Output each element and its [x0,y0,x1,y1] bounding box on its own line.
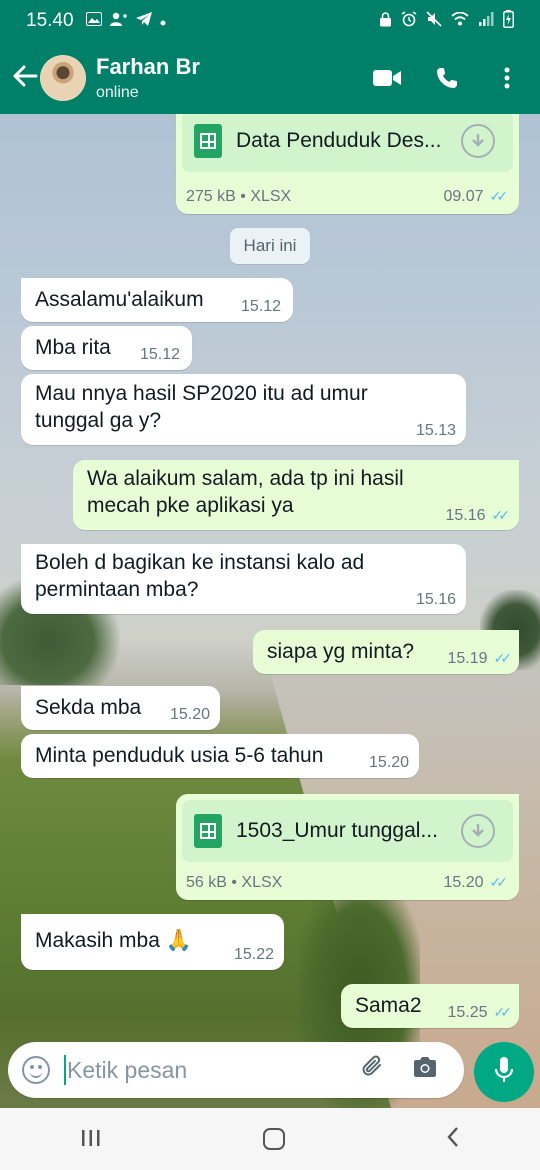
contact-name: Farhan Br [96,54,200,79]
contact-status: online [96,84,139,101]
message-bubble-outgoing[interactable]: siapa yg minta? 15.19 ✓✓ [253,630,519,674]
document-filename: Data Penduduk Des... [236,129,442,152]
document-filename: 1503_Umur tunggal... [236,819,438,842]
camera-icon[interactable] [412,1056,438,1085]
home-icon[interactable] [262,1128,285,1150]
message-time: 09.07 [443,188,484,205]
document-attachment[interactable]: 1503_Umur tunggal... [182,800,513,862]
attach-icon[interactable] [360,1054,386,1087]
message-bubble-incoming[interactable]: Minta penduduk usia 5-6 tahun 15.20 [21,734,419,778]
emoji-icon[interactable] [22,1056,50,1084]
message-bubble-outgoing[interactable]: Wa alaikum salam, ada tp ini hasil mecah… [73,460,519,530]
mute-icon [426,11,442,31]
message-text: Makasih mba 🙏 [35,929,192,952]
message-text: Wa alaikum salam, ada tp ini hasil mecah… [87,467,404,517]
voice-call-icon[interactable] [432,63,462,93]
message-bubble-outgoing-document[interactable]: Data Penduduk Des... 275 kB • XLSX 09.07… [176,114,519,214]
message-list[interactable]: Data Penduduk Des... 275 kB • XLSX 09.07… [0,114,540,1040]
status-bar: 15.40 [0,0,540,42]
message-bubble-incoming[interactable]: Makasih mba 🙏 15.22 [21,914,284,970]
microphone-icon [494,1056,514,1089]
message-text: Sama2 [355,994,422,1017]
message-bubble-outgoing-document[interactable]: 1503_Umur tunggal... 56 kB • XLSX 15.20 ✓… [176,794,519,900]
message-text: Mau nnya hasil SP2020 itu ad umur tungga… [35,382,368,432]
download-icon[interactable] [461,124,495,158]
avatar[interactable] [40,55,86,101]
spreadsheet-icon [194,814,222,848]
wifi-icon [451,11,469,30]
message-text: Boleh d bagikan ke instansi kalo ad perm… [35,551,365,601]
day-separator: Hari ini [230,228,310,264]
read-ticks-icon: ✓✓ [493,650,513,666]
dot-icon [160,13,166,30]
video-call-icon[interactable] [372,63,402,93]
message-bubble-outgoing[interactable]: Sama2 15.25 ✓✓ [341,984,519,1028]
system-navigation-bar [0,1108,540,1170]
document-attachment[interactable]: Data Penduduk Des... [182,114,513,172]
alarm-icon [401,11,417,31]
user-icon [109,12,128,30]
message-time: 15.25 [447,1004,488,1021]
message-composer: Ketik pesan [8,1042,464,1098]
message-bubble-incoming[interactable]: Mba rita 15.12 [21,326,192,370]
message-input[interactable]: Ketik pesan [64,1055,360,1085]
text-cursor [64,1055,66,1085]
message-text: Mba rita [35,336,111,359]
message-bubble-incoming[interactable]: Assalamu'alaikum 15.12 [21,278,293,322]
read-ticks-icon: ✓✓ [493,1004,513,1020]
more-options-icon[interactable] [492,63,522,93]
message-time: 15.20 [368,754,409,771]
recent-apps-icon[interactable] [80,1124,102,1155]
message-input-placeholder: Ketik pesan [67,1056,188,1083]
message-time: 15.20 [169,706,210,723]
message-time: 15.19 [447,650,488,667]
read-ticks-icon: ✓✓ [489,188,509,204]
read-ticks-icon: ✓✓ [489,874,509,890]
document-meta: 275 kB • XLSX [186,188,292,205]
message-time: 15.12 [240,298,281,315]
voice-record-button[interactable] [474,1042,534,1102]
message-bubble-incoming[interactable]: Mau nnya hasil SP2020 itu ad umur tungga… [21,374,466,445]
battery-icon [503,10,514,32]
message-bubble-incoming[interactable]: Boleh d bagikan ke instansi kalo ad perm… [21,544,466,614]
message-time: 15.16 [415,591,456,608]
message-text: Assalamu'alaikum [35,288,204,311]
status-time: 15.40 [26,10,74,31]
chat-header: Farhan Br online [0,42,540,114]
read-ticks-icon: ✓✓ [491,507,511,523]
gallery-icon [85,12,102,30]
nav-back-icon[interactable] [446,1124,460,1155]
back-arrow-icon[interactable] [6,61,44,95]
message-time: 15.12 [139,346,180,363]
message-text: Minta penduduk usia 5-6 tahun [35,744,324,767]
lock-icon [379,11,392,31]
message-text: siapa yg minta? [267,640,415,663]
download-icon[interactable] [461,814,495,848]
document-meta: 56 kB • XLSX [186,874,283,891]
message-time: 15.16 [445,507,486,524]
message-bubble-incoming[interactable]: Sekda mba 15.20 [21,686,220,730]
message-time: 15.22 [233,946,274,963]
message-time: 15.20 [443,874,484,891]
spreadsheet-icon [194,124,222,158]
contact-info[interactable]: Farhan Br online [96,54,200,102]
signal-icon [478,12,494,30]
telegram-icon [135,12,152,30]
message-time: 15.13 [415,422,456,439]
message-text: Sekda mba [35,696,142,719]
